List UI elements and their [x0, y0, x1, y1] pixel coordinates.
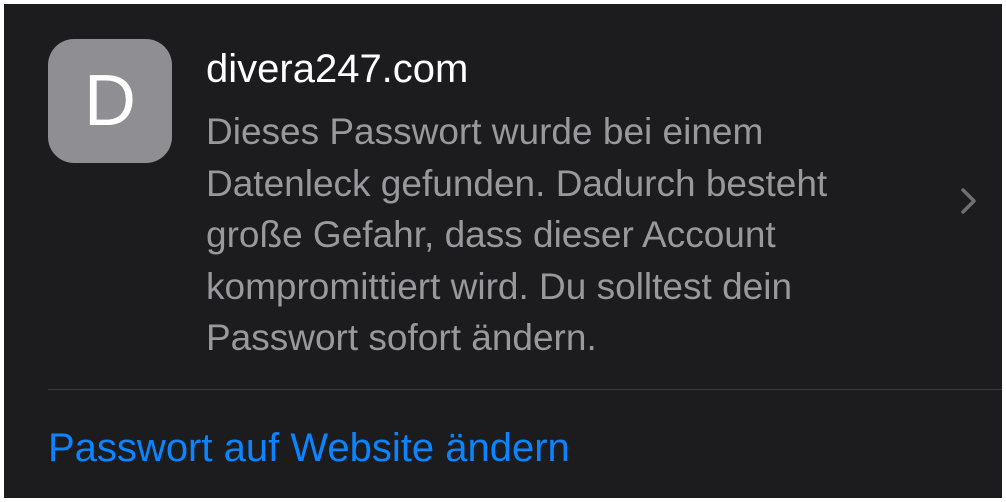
warning-message-line: kompromittiert wird. Du solltest dein [206, 265, 793, 307]
compromised-password-row[interactable]: D divera247.com Dieses Passwort wurde be… [4, 4, 1002, 390]
row-divider [48, 389, 1002, 390]
site-title: divera247.com [206, 47, 469, 91]
leak-warning-message: Dieses Passwort wurde bei einem Datenlec… [206, 106, 916, 364]
warning-message-line: Passwort sofort ändern. [206, 317, 597, 358]
chevron-right-icon[interactable] [954, 184, 982, 218]
warning-message-line: Dieses Passwort wurde bei einem [206, 111, 764, 152]
avatar-letter: D [84, 61, 136, 141]
change-password-on-website-button[interactable]: Passwort auf Website ändern [48, 424, 570, 472]
site-avatar: D [48, 39, 172, 163]
warning-message-line: Datenleck gefunden. Dadurch besteht [206, 162, 828, 204]
warning-message-line: große Gefahr, dass dieser Account [206, 214, 776, 255]
password-warning-card: D divera247.com Dieses Passwort wurde be… [4, 4, 1002, 498]
